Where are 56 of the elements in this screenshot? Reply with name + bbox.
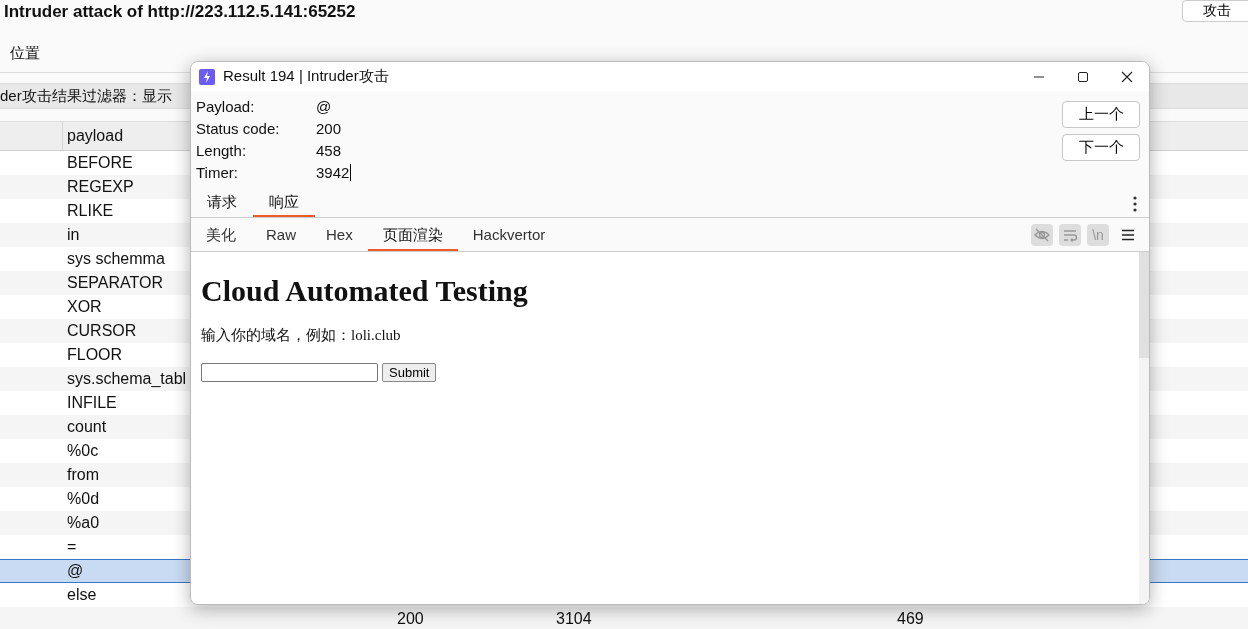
- field-value: 200: [316, 119, 343, 137]
- tab[interactable]: Hex: [311, 218, 368, 251]
- close-icon[interactable]: [1121, 70, 1133, 83]
- submit-button[interactable]: Submit: [382, 363, 437, 382]
- previous-button[interactable]: 上一个: [1062, 101, 1140, 128]
- attack-button[interactable]: 攻击: [1182, 0, 1248, 22]
- table-cell: CURSOR: [67, 322, 137, 340]
- table-cell: in: [67, 226, 80, 244]
- table-cell: %0c: [67, 442, 99, 460]
- filter-text: der攻击结果过滤器：显示: [0, 86, 172, 106]
- tab[interactable]: 请求: [191, 191, 253, 217]
- wrap-icon[interactable]: [1059, 223, 1081, 246]
- table-cell: 200: [397, 610, 424, 628]
- tab[interactable]: Raw: [251, 218, 311, 251]
- table-cell: RLIKE: [67, 202, 114, 220]
- table-cell: FLOOR: [67, 346, 123, 364]
- table-cell: sys schemma: [67, 250, 165, 268]
- table-cell: 3104: [556, 610, 592, 628]
- tab[interactable]: 位置: [10, 43, 40, 63]
- eye-off-icon[interactable]: [1031, 223, 1053, 246]
- field-value: 458: [316, 141, 343, 159]
- tab[interactable]: Hackvertor: [457, 218, 561, 251]
- table-row[interactable]: 200 3104 469: [0, 607, 1248, 629]
- maximize-icon[interactable]: [1077, 70, 1089, 83]
- table-cell: SEPARATOR: [67, 274, 164, 292]
- table-cell: XOR: [67, 298, 102, 316]
- table-cell: else: [67, 586, 97, 604]
- more-icon[interactable]: [1133, 196, 1137, 212]
- field-value: 3942: [316, 163, 352, 181]
- lightning-icon[interactable]: [199, 68, 215, 85]
- next-button[interactable]: 下一个: [1062, 134, 1140, 161]
- input-field[interactable]: [201, 363, 378, 382]
- tab[interactable]: 美化: [191, 218, 251, 251]
- table-cell: %0d: [67, 490, 100, 508]
- page-heading: Cloud Automated Testing: [201, 274, 529, 308]
- table-cell: INFILE: [67, 394, 117, 412]
- page-text: 输入你的域名，例如：loli.club: [201, 326, 402, 345]
- table-cell: sys.schema_tabl: [67, 370, 187, 388]
- menu-icon[interactable]: [1121, 228, 1135, 241]
- table-cell: %a0: [67, 514, 100, 532]
- field-label: Length:: [196, 141, 248, 159]
- table-cell: from: [67, 466, 99, 484]
- dialog-title: Result 194 | Intruder攻击: [223, 67, 390, 86]
- table-cell: 469: [897, 610, 924, 628]
- table-cell: =: [67, 538, 77, 556]
- window-title: Intruder attack of http://223.112.5.141:65252: [3, 1, 356, 22]
- field-label: Status code:: [196, 119, 281, 137]
- field-value: @: [316, 97, 333, 115]
- table-cell: REGEXP: [67, 178, 134, 196]
- tab[interactable]: 响应: [253, 191, 315, 217]
- table-cell: count: [67, 418, 107, 436]
- table-cell: BEFORE: [67, 154, 133, 172]
- scrollbar[interactable]: [1139, 252, 1149, 604]
- field-label: Payload:: [196, 97, 256, 115]
- table-cell: @: [67, 562, 84, 580]
- field-label: Timer:: [196, 163, 239, 181]
